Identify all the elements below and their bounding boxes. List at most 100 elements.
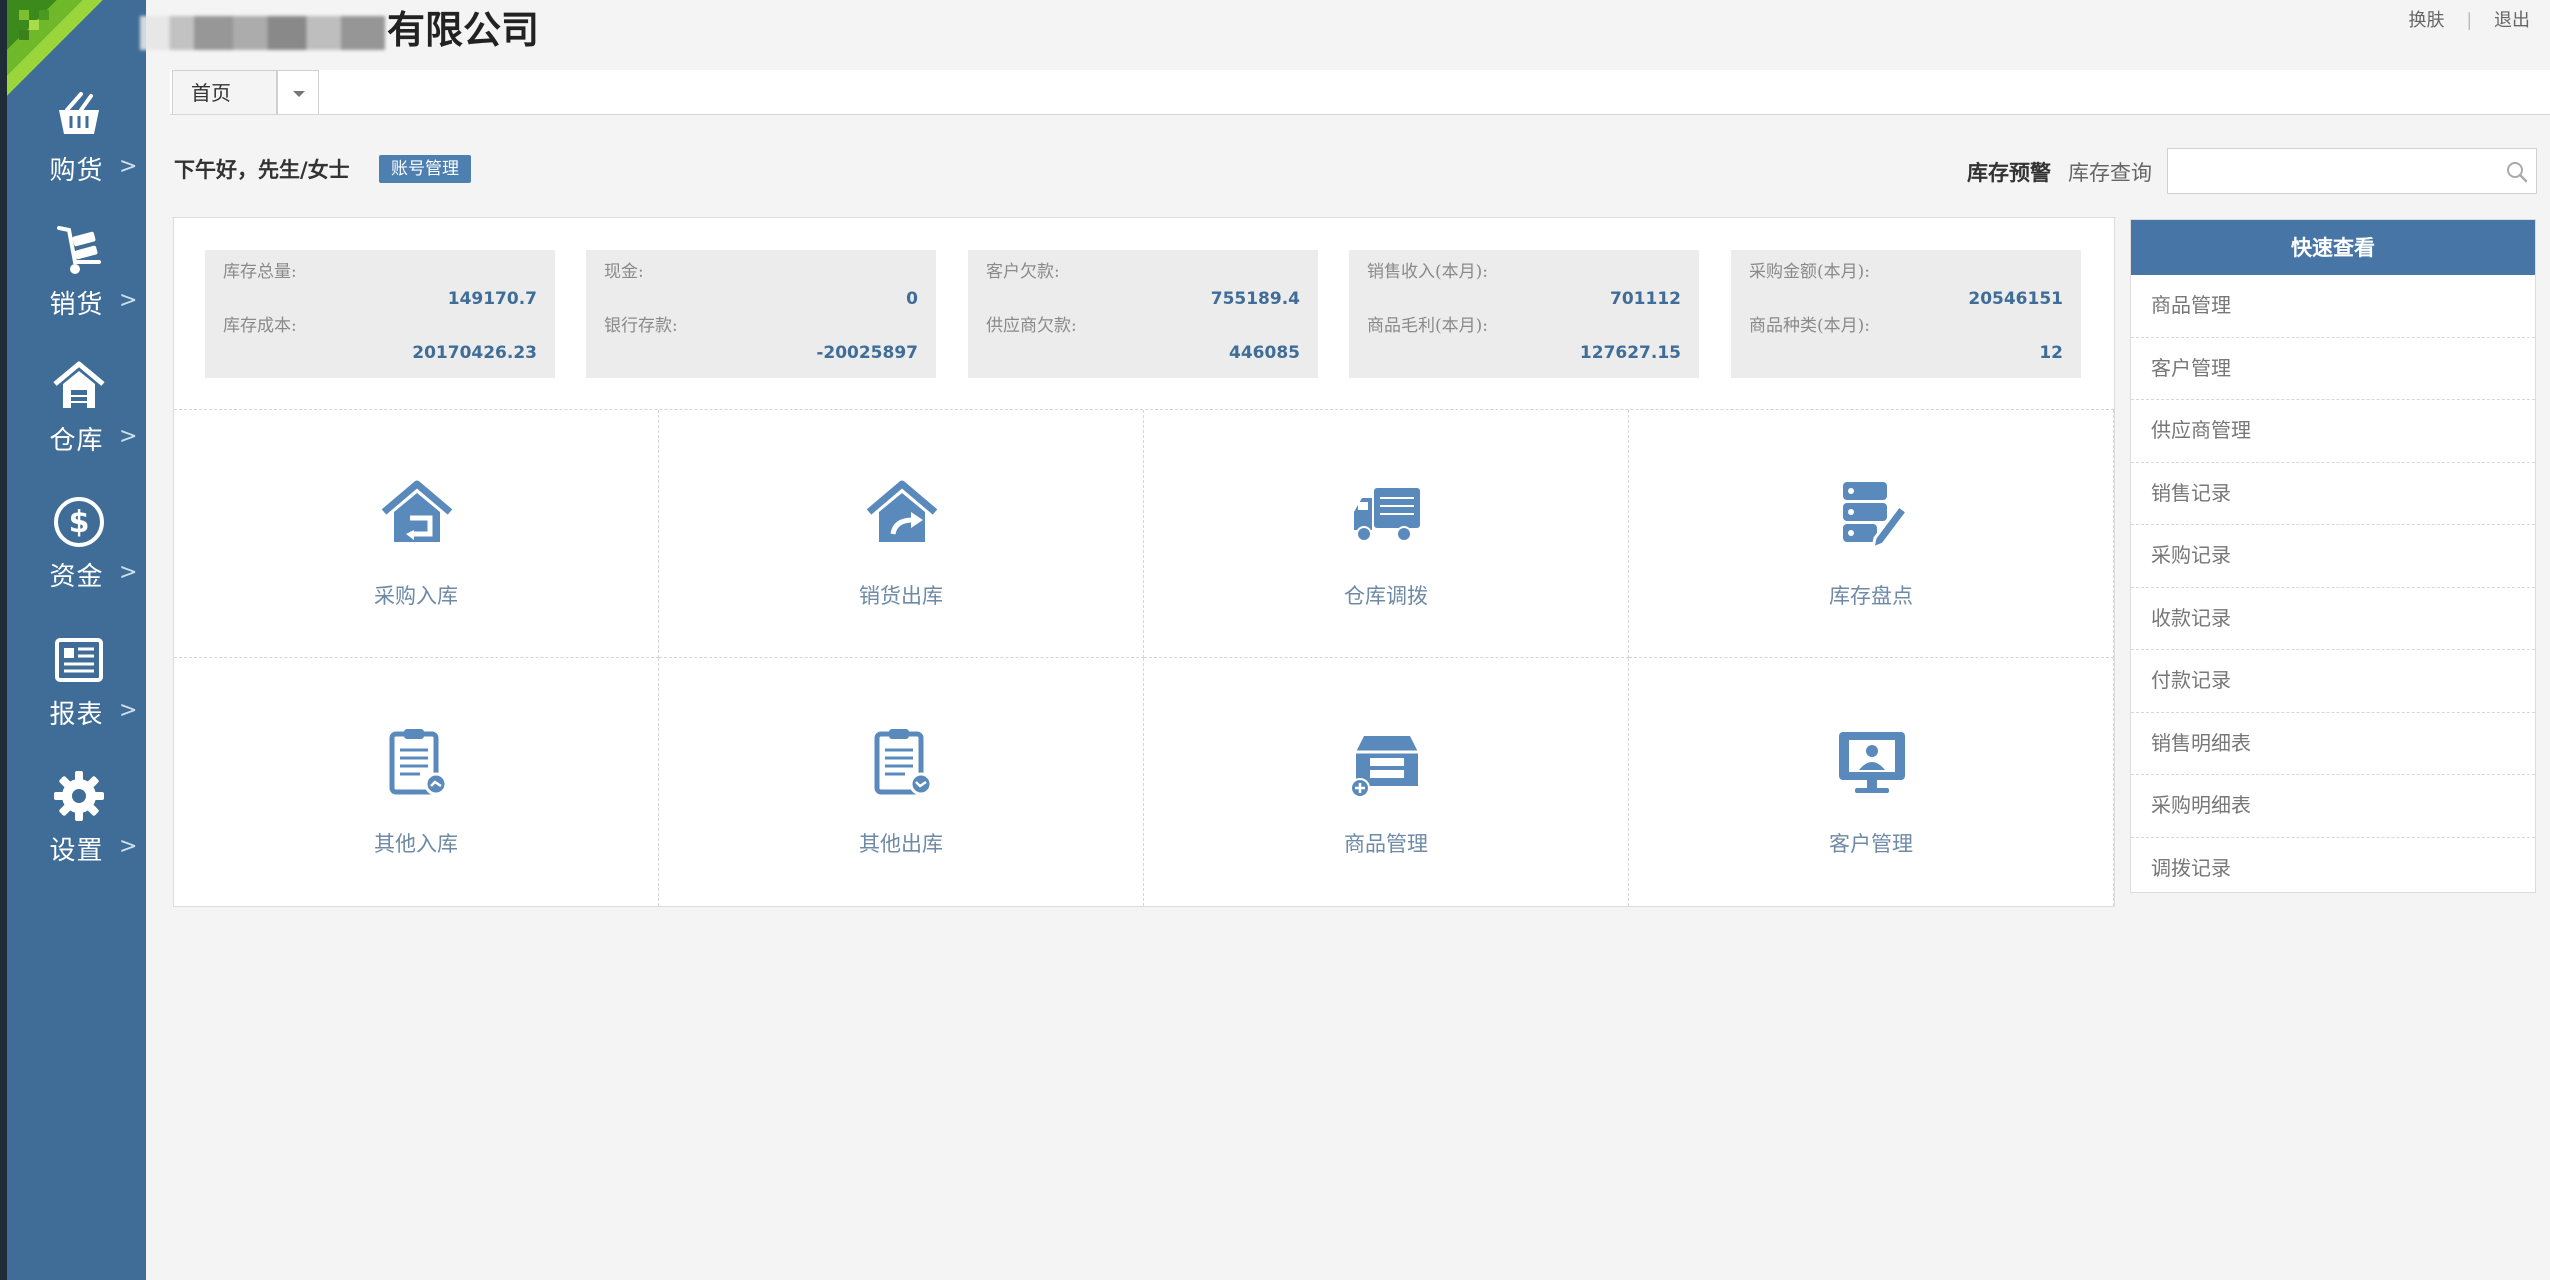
quick-link-sales-detail[interactable]: 销售明细表: [2131, 713, 2535, 775]
stat-value: 20170426.23: [412, 343, 537, 363]
stat-label: 销售收入(本月):: [1367, 262, 1488, 282]
company-name-text: 有限公司: [387, 10, 540, 52]
shortcut-customer-management[interactable]: 客户管理: [1629, 658, 2114, 906]
stat-label: 库存成本:: [223, 316, 297, 336]
chevron-right-icon: >: [119, 560, 138, 585]
tab-bar: 首页: [170, 70, 2550, 115]
chevron-right-icon: >: [119, 698, 138, 723]
quick-link-sales-records[interactable]: 销售记录: [2131, 463, 2535, 525]
quick-link-transfer-records[interactable]: 调拨记录: [2131, 838, 2535, 900]
chevron-right-icon: >: [119, 424, 138, 449]
sidebar: 购货 > 销货 > 仓库 > $ 资金 > 报表 > 设置 >: [0, 0, 146, 1280]
stat-value: 755189.4: [1210, 289, 1300, 309]
sidebar-item-purchase[interactable]: 购货 >: [7, 88, 146, 218]
stat-label: 现金:: [604, 262, 644, 282]
quick-link-customer-management[interactable]: 客户管理: [2131, 338, 2535, 400]
stat-card-cash: 现金: 0 银行存款: -20025897: [586, 250, 936, 378]
stat-value: 20546151: [1968, 289, 2063, 309]
customer-monitor-icon: [1839, 732, 1905, 793]
shortcut-other-in[interactable]: 其他入库: [174, 658, 659, 906]
stat-card-sales: 销售收入(本月): 701112 商品毛利(本月): 127627.15: [1349, 250, 1699, 378]
product-box-icon: [1350, 736, 1418, 798]
dashboard-panel: 库存总量: 149170.7 库存成本: 20170426.23 现金: 0 银…: [173, 217, 2115, 907]
basket-icon: [59, 92, 99, 134]
stat-label: 采购金额(本月):: [1749, 262, 1870, 282]
stat-label: 客户欠款:: [986, 262, 1060, 282]
sidebar-item-settings[interactable]: 设置 >: [7, 768, 146, 898]
sidebar-item-warehouse[interactable]: 仓库 >: [7, 358, 146, 488]
shortcut-other-out[interactable]: 其他出库: [659, 658, 1144, 906]
stock-search-box: [2167, 148, 2537, 195]
report-icon: [55, 638, 103, 682]
link-separator: |: [2466, 10, 2473, 31]
warehouse-icon: [53, 361, 105, 408]
shortcut-label: 销货出库: [859, 584, 943, 608]
shortcut-label: 采购入库: [374, 584, 458, 608]
stat-card-debts: 客户欠款: 755189.4 供应商欠款: 446085: [968, 250, 1318, 378]
logo: [7, 0, 107, 100]
truck-icon: [1354, 488, 1420, 542]
quick-link-product-management[interactable]: 商品管理: [2131, 275, 2535, 338]
quick-link-supplier-management[interactable]: 供应商管理: [2131, 400, 2535, 463]
shortcut-label: 仓库调拨: [1344, 584, 1428, 608]
quick-view-title: 快速查看: [2131, 220, 2535, 275]
stat-label: 银行存款:: [604, 316, 678, 336]
top-links: 换肤 | 退出: [2400, 6, 2538, 32]
shortcut-label: 商品管理: [1344, 832, 1428, 856]
company-name: 有限公司: [140, 6, 539, 56]
quick-link-purchase-detail[interactable]: 采购明细表: [2131, 775, 2535, 838]
inventory-check-icon: [1843, 482, 1909, 551]
shortcut-label: 其他出库: [859, 832, 943, 856]
gear-icon: [54, 771, 104, 821]
stat-value: 127627.15: [1579, 343, 1681, 363]
shortcut-label: 客户管理: [1829, 832, 1913, 856]
stat-value: 12: [2039, 343, 2063, 363]
sidebar-item-funds[interactable]: $ 资金 >: [7, 494, 146, 624]
change-skin-link[interactable]: 换肤: [2408, 10, 2444, 31]
shortcut-label: 库存盘点: [1829, 584, 1913, 608]
stat-label: 供应商欠款:: [986, 316, 1077, 336]
chevron-right-icon: >: [119, 288, 138, 313]
stock-search-input[interactable]: [2176, 149, 2500, 195]
logout-link[interactable]: 退出: [2494, 10, 2530, 31]
shortcut-purchase-in[interactable]: 采购入库: [174, 410, 659, 658]
stock-warning-link[interactable]: 库存预警: [1967, 157, 2051, 187]
sales-out-icon: [866, 480, 938, 542]
chevron-right-icon: >: [119, 154, 138, 179]
stat-label: 商品毛利(本月):: [1367, 316, 1488, 336]
stat-value: 701112: [1610, 289, 1681, 309]
quick-link-receipt-records[interactable]: 收款记录: [2131, 588, 2535, 650]
tab-home[interactable]: 首页: [172, 70, 277, 114]
stat-card-purchase: 采购金额(本月): 20546151 商品种类(本月): 12: [1731, 250, 2081, 378]
sidebar-item-reports[interactable]: 报表 >: [7, 632, 146, 762]
clipboard-out-icon: [874, 729, 933, 796]
stat-value: 0: [906, 289, 918, 309]
stat-value: 149170.7: [447, 289, 537, 309]
quick-view-panel: 快速查看 商品管理 客户管理 供应商管理 销售记录 采购记录 收款记录 付款记录…: [2130, 219, 2536, 893]
purchase-in-icon: [381, 480, 453, 542]
tab-dropdown-button[interactable]: [277, 70, 319, 114]
stock-query-label: 库存查询: [2068, 161, 2152, 185]
stat-label: 商品种类(本月):: [1749, 316, 1870, 336]
dollar-icon: $: [54, 497, 104, 547]
quick-link-payment-records[interactable]: 付款记录: [2131, 650, 2535, 713]
shortcut-product-management[interactable]: 商品管理: [1144, 658, 1629, 906]
account-management-button[interactable]: 账号管理: [379, 155, 471, 183]
shortcut-sales-out[interactable]: 销货出库: [659, 410, 1144, 658]
sidebar-item-sales[interactable]: 销货 >: [7, 222, 146, 352]
shortcut-inventory-check[interactable]: 库存盘点: [1629, 410, 2114, 658]
stat-card-inventory: 库存总量: 149170.7 库存成本: 20170426.23: [205, 250, 555, 378]
svg-text:$: $: [69, 505, 90, 540]
stat-value: 446085: [1229, 343, 1300, 363]
quick-link-purchase-records[interactable]: 采购记录: [2131, 525, 2535, 588]
hand-cart-icon: [57, 226, 101, 274]
clipboard-in-icon: [389, 729, 448, 796]
chevron-right-icon: >: [119, 834, 138, 859]
shortcut-warehouse-transfer[interactable]: 仓库调拨: [1144, 410, 1629, 658]
shortcut-grid: 采购入库 销货出库 仓库调拨 库存盘点 其他入库 其他出库 商品管理 客户管理: [174, 409, 2114, 907]
search-icon[interactable]: [2506, 161, 2528, 183]
redacted-text: [140, 15, 385, 50]
stat-value: -20025897: [816, 343, 918, 363]
shortcut-label: 其他入库: [374, 832, 458, 856]
stat-label: 库存总量:: [223, 262, 297, 282]
